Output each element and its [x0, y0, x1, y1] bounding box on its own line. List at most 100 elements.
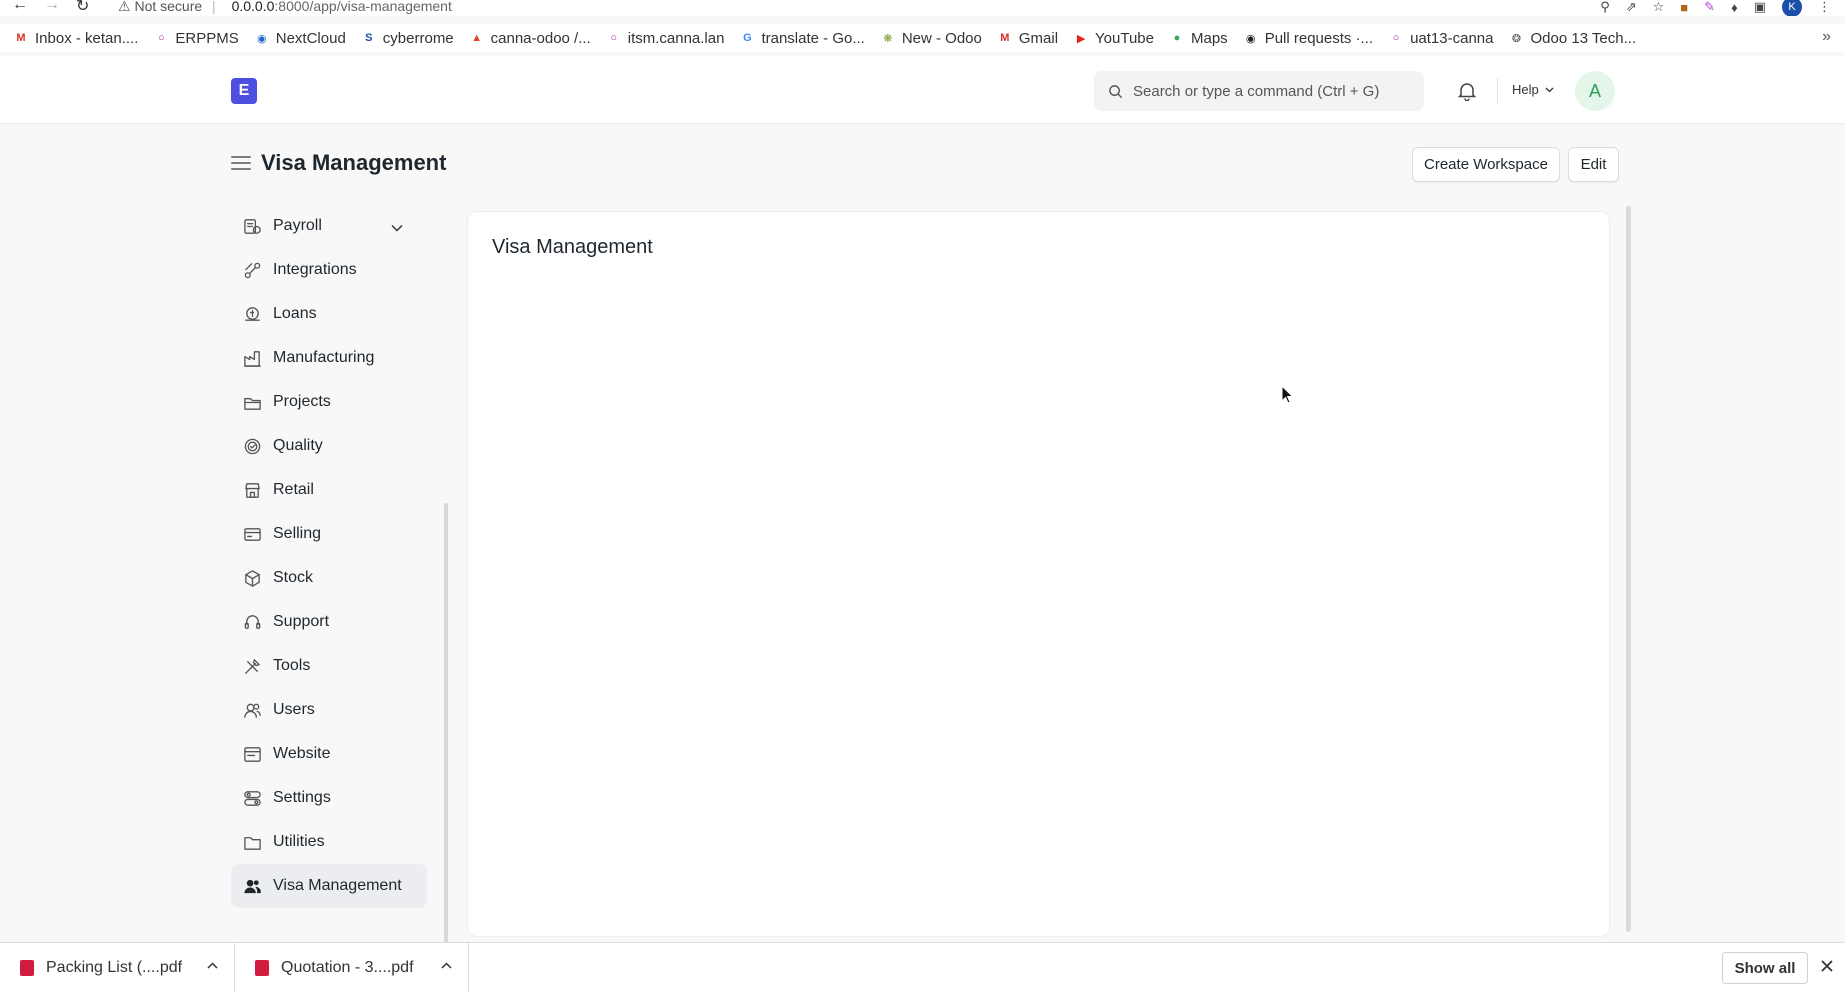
main-scrollbar[interactable]: [1626, 206, 1631, 932]
sidebar-scrollbar[interactable]: [444, 503, 448, 943]
turtle-icon: ❋: [883, 32, 893, 45]
download-item[interactable]: Packing List (....pdf: [0, 943, 235, 992]
sidebar-item-utilities[interactable]: Utilities: [231, 820, 427, 864]
retail-icon: [243, 481, 262, 500]
security-label: Not secure: [134, 0, 203, 14]
pdf-icon: [255, 960, 269, 976]
sidebar-item-selling[interactable]: Selling: [231, 512, 427, 556]
sidebar-item-label: Stock: [273, 569, 314, 586]
quality-icon: [243, 437, 262, 456]
sidebar-item-visa-management[interactable]: Visa Management: [231, 864, 427, 908]
address-bar[interactable]: ⚠ Not secure | 0.0.0.0:8000/app/visa-man…: [118, 0, 452, 15]
sidebar-item-loans[interactable]: Loans: [231, 292, 427, 336]
user-avatar[interactable]: A: [1575, 71, 1615, 111]
bookmark-label: Odoo 13 Tech...: [1530, 29, 1637, 47]
support-icon: [243, 613, 262, 632]
app-logo[interactable]: E: [231, 78, 257, 104]
bookmark-item[interactable]: ▶ YouTube: [1074, 30, 1154, 47]
app-navbar: E Help A: [0, 56, 1845, 124]
bookmark-label: Pull requests ·...: [1264, 29, 1374, 47]
sidebar-item-label: Selling: [273, 525, 322, 542]
gmail-icon: M: [16, 32, 26, 44]
sidebar-item-payroll[interactable]: Payroll: [231, 204, 427, 248]
extension-icon[interactable]: ■: [1680, 0, 1688, 15]
search-input[interactable]: [1133, 82, 1403, 100]
sidebar-item-label: Projects: [273, 393, 331, 410]
help-label: Help: [1512, 82, 1539, 97]
bookmark-label: ERPPMS: [175, 29, 239, 47]
utilities-icon: [243, 833, 262, 852]
notification-bell-icon[interactable]: [1458, 81, 1476, 101]
users-icon: [243, 701, 262, 720]
sidebar-item-tools[interactable]: Tools: [231, 644, 427, 688]
bookmark-item[interactable]: M Gmail: [998, 30, 1058, 47]
bookmark-item[interactable]: ◉ Pull requests ·...: [1244, 30, 1373, 47]
bookmark-item[interactable]: M Inbox - ketan....: [14, 30, 138, 47]
bookmark-item[interactable]: ○ itsm.canna.lan: [607, 29, 725, 47]
sidepanel-icon[interactable]: ▣: [1754, 0, 1766, 15]
profile-avatar[interactable]: K: [1782, 0, 1802, 16]
more-bookmarks-icon[interactable]: »: [1822, 28, 1831, 46]
url-host: 0.0.0.0: [231, 0, 275, 14]
sidebar-item-retail[interactable]: Retail: [231, 468, 427, 512]
sidebar-item-users[interactable]: Users: [231, 688, 427, 732]
bookmark-item[interactable]: ▲ canna-odoo /...: [470, 30, 591, 47]
download-filename: Packing List (....pdf: [46, 959, 183, 976]
back-icon[interactable]: ←: [12, 0, 28, 14]
manufacturing-icon: [243, 349, 262, 368]
gmail-icon: M: [1000, 32, 1010, 44]
sidebar-item-projects[interactable]: Projects: [231, 380, 427, 424]
bookmark-item[interactable]: Gtranslate - Go...: [740, 29, 865, 47]
chevron-down-icon[interactable]: [391, 219, 403, 237]
sidebar-item-quality[interactable]: Quality: [231, 424, 427, 468]
feather-icon: ❂: [1511, 32, 1522, 45]
search-icon: [1109, 84, 1123, 98]
bookmark-item[interactable]: ● Maps: [1170, 30, 1228, 47]
chevron-up-icon[interactable]: [441, 962, 452, 969]
show-all-button[interactable]: Show all: [1722, 952, 1808, 984]
sidebar-item-support[interactable]: Support: [231, 600, 427, 644]
help-dropdown[interactable]: Help: [1512, 82, 1554, 97]
downloads-bar: Packing List (....pdf Quotation - 3....p…: [0, 942, 1845, 992]
sidebar-item-manufacturing[interactable]: Manufacturing: [231, 336, 427, 380]
card-title: Visa Management: [492, 236, 653, 258]
zoom-icon[interactable]: ⚲: [1600, 0, 1610, 15]
edit-button[interactable]: Edit: [1568, 147, 1619, 182]
bookmark-label: translate - Go...: [761, 29, 865, 47]
ring-icon: ○: [158, 32, 165, 44]
sidebar-item-label: Loans: [273, 305, 317, 322]
bookmark-item[interactable]: ○ ERPPMS: [154, 29, 239, 47]
bookmarks-bar: M Inbox - ketan.... ○ ERPPMS ◉ NextCloud Scybe…: [0, 24, 1845, 52]
puzzle-icon[interactable]: ♦: [1731, 0, 1738, 15]
close-icon[interactable]: [1820, 959, 1834, 973]
sidebar-item-label: Support: [273, 613, 330, 630]
sidebar-item-stock[interactable]: Stock: [231, 556, 427, 600]
bookmark-label: YouTube: [1095, 29, 1154, 47]
sidebar-toggle-icon[interactable]: [231, 156, 251, 170]
sidebar-item-website[interactable]: Website: [231, 732, 427, 776]
sidebar-item-settings[interactable]: Settings: [231, 776, 427, 820]
star-icon[interactable]: ☆: [1653, 0, 1665, 15]
ring-icon: ○: [610, 32, 618, 44]
chevron-up-icon[interactable]: [207, 962, 218, 969]
forward-icon[interactable]: →: [44, 0, 60, 14]
pen-icon[interactable]: ✎: [1704, 0, 1715, 15]
sidebar-item-integrations[interactable]: Integrations: [231, 248, 427, 292]
bookmark-item[interactable]: ◉ NextCloud: [255, 30, 346, 47]
menu-icon[interactable]: ⋮: [1818, 0, 1831, 15]
ring-icon: ○: [1392, 32, 1400, 44]
bookmark-label: itsm.canna.lan: [627, 29, 725, 47]
create-workspace-button[interactable]: Create Workspace: [1412, 147, 1560, 182]
bookmark-label: New - Odoo: [901, 29, 982, 47]
download-item[interactable]: Quotation - 3....pdf: [235, 943, 469, 992]
share-icon[interactable]: ⇗: [1626, 0, 1637, 15]
bookmark-item[interactable]: ○ uat13-canna: [1389, 30, 1494, 47]
sidebar-item-label: Utilities: [273, 833, 325, 850]
youtube-icon: ▶: [1076, 32, 1086, 45]
bookmark-item[interactable]: ❂ Odoo 13 Tech...: [1509, 30, 1636, 47]
visa-users-icon: [243, 877, 262, 896]
search-bar[interactable]: [1094, 71, 1424, 111]
bookmark-item[interactable]: ❋ New - Odoo: [881, 30, 982, 47]
reload-icon[interactable]: ↻: [76, 0, 89, 16]
bookmark-item[interactable]: Scyberrome: [362, 30, 454, 47]
